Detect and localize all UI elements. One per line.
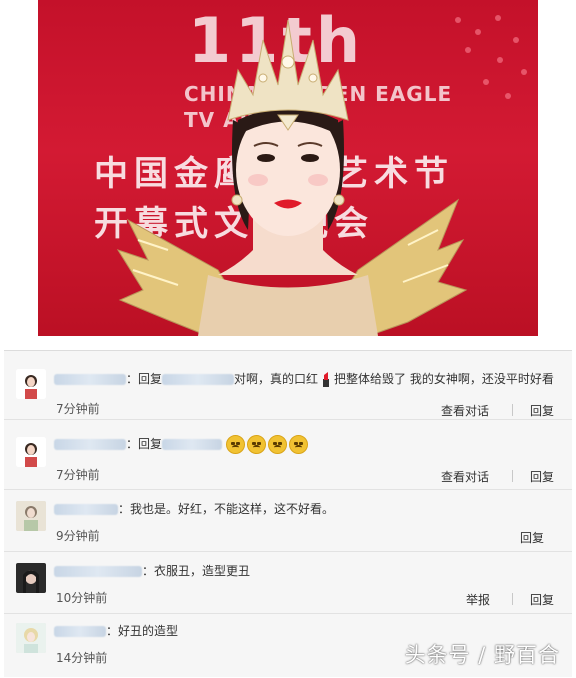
- comment-text: 我也是。好红，不能这样，这不好看。: [130, 502, 335, 516]
- comment-list: ：回复 对啊，真的口红 把整体给毁了 我的女神啊，还没平时好看 7分钟前 查看对话 …: [4, 350, 572, 677]
- reply-link[interactable]: 回复: [520, 529, 544, 546]
- reply-link[interactable]: 回复: [530, 468, 554, 485]
- portrait-illustration: [116, 15, 527, 336]
- blurred-reply-target[interactable]: [162, 439, 223, 450]
- reply-link[interactable]: 回复: [530, 402, 554, 419]
- comment-timestamp: 7分钟前: [56, 402, 100, 416]
- divider: [512, 593, 513, 605]
- avatar[interactable]: [16, 501, 46, 531]
- comment-item: ：回复 对啊，真的口红 把整体给毁了 我的女神啊，还没平时好看 7分钟前 查看对话 …: [4, 351, 572, 420]
- reply-prefix: ：: [106, 624, 119, 638]
- crying-emoji-icon: [246, 435, 266, 454]
- divider: [512, 404, 513, 416]
- lipstick-icon: [322, 372, 330, 387]
- comment-timestamp: 10分钟前: [56, 591, 108, 605]
- view-conversation-link[interactable]: 查看对话: [441, 402, 489, 419]
- blurred-username[interactable]: [54, 374, 126, 385]
- blurred-username[interactable]: [54, 566, 142, 577]
- comment-item: ：好丑的造型 14分钟前 头条号 / 野百合: [4, 613, 572, 677]
- view-conversation-link[interactable]: 查看对话: [441, 468, 489, 485]
- comment-text-continued: 把整体给毁了 我的女神啊，还没平时好看: [334, 372, 554, 386]
- comment-timestamp: 14分钟前: [56, 651, 108, 665]
- reply-prefix: ：回复: [126, 372, 163, 386]
- reply-prefix: ：回复: [126, 437, 163, 451]
- comment-timestamp: 7分钟前: [56, 468, 100, 482]
- comment-item: ：我也是。好红，不能这样，这不好看。 9分钟前 回复: [4, 489, 572, 552]
- avatar[interactable]: [16, 369, 46, 399]
- comment-item: ：回复 7分钟前 查看对话 回复: [4, 419, 572, 490]
- divider: [512, 470, 513, 482]
- comment-text: 衣服丑，造型更丑: [154, 564, 251, 578]
- comment-text-line: ：好丑的造型: [54, 623, 178, 639]
- avatar[interactable]: [16, 623, 46, 653]
- crying-emoji-icon: [267, 435, 287, 454]
- comment-text: 对啊，真的口红: [234, 372, 319, 386]
- reply-prefix: ：: [118, 502, 131, 516]
- comment-timestamp: 9分钟前: [56, 529, 100, 543]
- blurred-username[interactable]: [54, 504, 118, 515]
- comment-text: 好丑的造型: [118, 624, 179, 638]
- crying-emoji-icon: [225, 435, 245, 454]
- report-link[interactable]: 举报: [466, 591, 490, 608]
- reply-link[interactable]: 回复: [530, 591, 554, 608]
- comment-text-line: ：回复: [54, 433, 310, 455]
- comment-text-line: ：我也是。好红，不能这样，这不好看。: [54, 501, 334, 517]
- blurred-username[interactable]: [54, 439, 126, 450]
- comment-text-line: ：回复 对啊，真的口红 把整体给毁了 我的女神啊，还没平时好看: [54, 371, 554, 387]
- avatar[interactable]: [16, 563, 46, 593]
- blurred-reply-target[interactable]: [162, 374, 235, 385]
- reply-prefix: ：: [142, 564, 155, 578]
- blurred-username[interactable]: [54, 626, 106, 637]
- avatar[interactable]: [16, 437, 46, 467]
- event-photo: 11th CHINA GOLDEN EAGLE TV ART 中国金鹰电视艺术节…: [38, 0, 538, 336]
- crying-emoji-icon: [288, 435, 308, 454]
- watermark: 头条号 / 野百合: [404, 643, 560, 667]
- comment-item: ：衣服丑，造型更丑 10分钟前 举报 回复: [4, 551, 572, 614]
- comment-text-line: ：衣服丑，造型更丑: [54, 563, 250, 579]
